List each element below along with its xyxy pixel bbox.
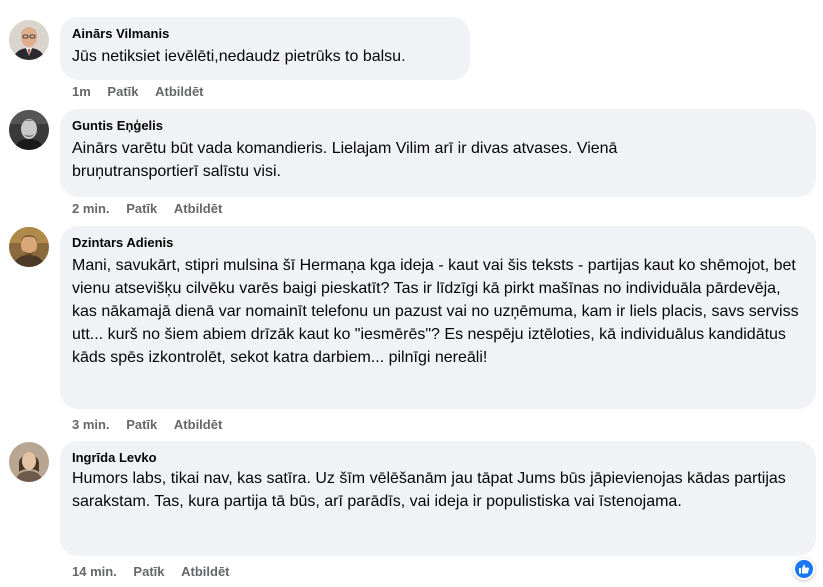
comment-bubble: Dzintars Adienis Mani, savukārt, stipri … xyxy=(60,226,816,409)
avatar[interactable] xyxy=(9,227,49,267)
avatar[interactable] xyxy=(9,110,49,150)
comment-time[interactable]: 14 min. xyxy=(72,564,117,580)
comment-actions: 1m Patīk Atbildēt xyxy=(72,84,217,100)
like-button[interactable]: Patīk xyxy=(133,564,164,580)
reply-button[interactable]: Atbildēt xyxy=(174,417,222,433)
avatar[interactable] xyxy=(9,20,49,60)
comment-bubble: Ingrīda Levko Humors labs, tikai nav, ka… xyxy=(60,441,816,556)
comment-bubble: Ainārs Vilmanis Jūs netiksiet ievēlēti,n… xyxy=(60,17,470,80)
thumbs-up-icon xyxy=(795,560,813,578)
comment-author[interactable]: Ingrīda Levko xyxy=(72,449,804,467)
comment-actions: 14 min. Patīk Atbildēt xyxy=(72,564,243,580)
comment-author[interactable]: Guntis Eņģelis xyxy=(72,117,804,135)
comment-text: Jūs netiksiet ievēlēti,nedaudz pietrūks … xyxy=(72,48,406,65)
comment-author[interactable]: Dzintars Adienis xyxy=(72,234,804,252)
reaction-badge[interactable] xyxy=(793,558,815,580)
comment-bubble: Guntis Eņģelis Ainārs varētu būt vada ko… xyxy=(60,109,816,197)
comment-time[interactable]: 1m xyxy=(72,84,91,100)
comment-text: Humors labs, tikai nav, kas satīra. Uz š… xyxy=(72,470,786,510)
like-button[interactable]: Patīk xyxy=(126,417,157,433)
comment-time[interactable]: 3 min. xyxy=(72,417,110,433)
comment-text: Mani, savukārt, stipri mulsina šī Hermaņ… xyxy=(72,257,799,366)
comment-actions: 2 min. Patīk Atbildēt xyxy=(72,201,235,217)
avatar[interactable] xyxy=(9,442,49,482)
reply-button[interactable]: Atbildēt xyxy=(174,201,222,217)
reply-button[interactable]: Atbildēt xyxy=(181,564,229,580)
comment-actions: 3 min. Patīk Atbildēt xyxy=(72,417,235,433)
like-button[interactable]: Patīk xyxy=(126,201,157,217)
comment-time[interactable]: 2 min. xyxy=(72,201,110,217)
reply-button[interactable]: Atbildēt xyxy=(155,84,203,100)
comment-author[interactable]: Ainārs Vilmanis xyxy=(72,25,458,43)
comment-text: Ainārs varētu būt vada komandieris. Liel… xyxy=(72,140,618,180)
like-button[interactable]: Patīk xyxy=(107,84,138,100)
